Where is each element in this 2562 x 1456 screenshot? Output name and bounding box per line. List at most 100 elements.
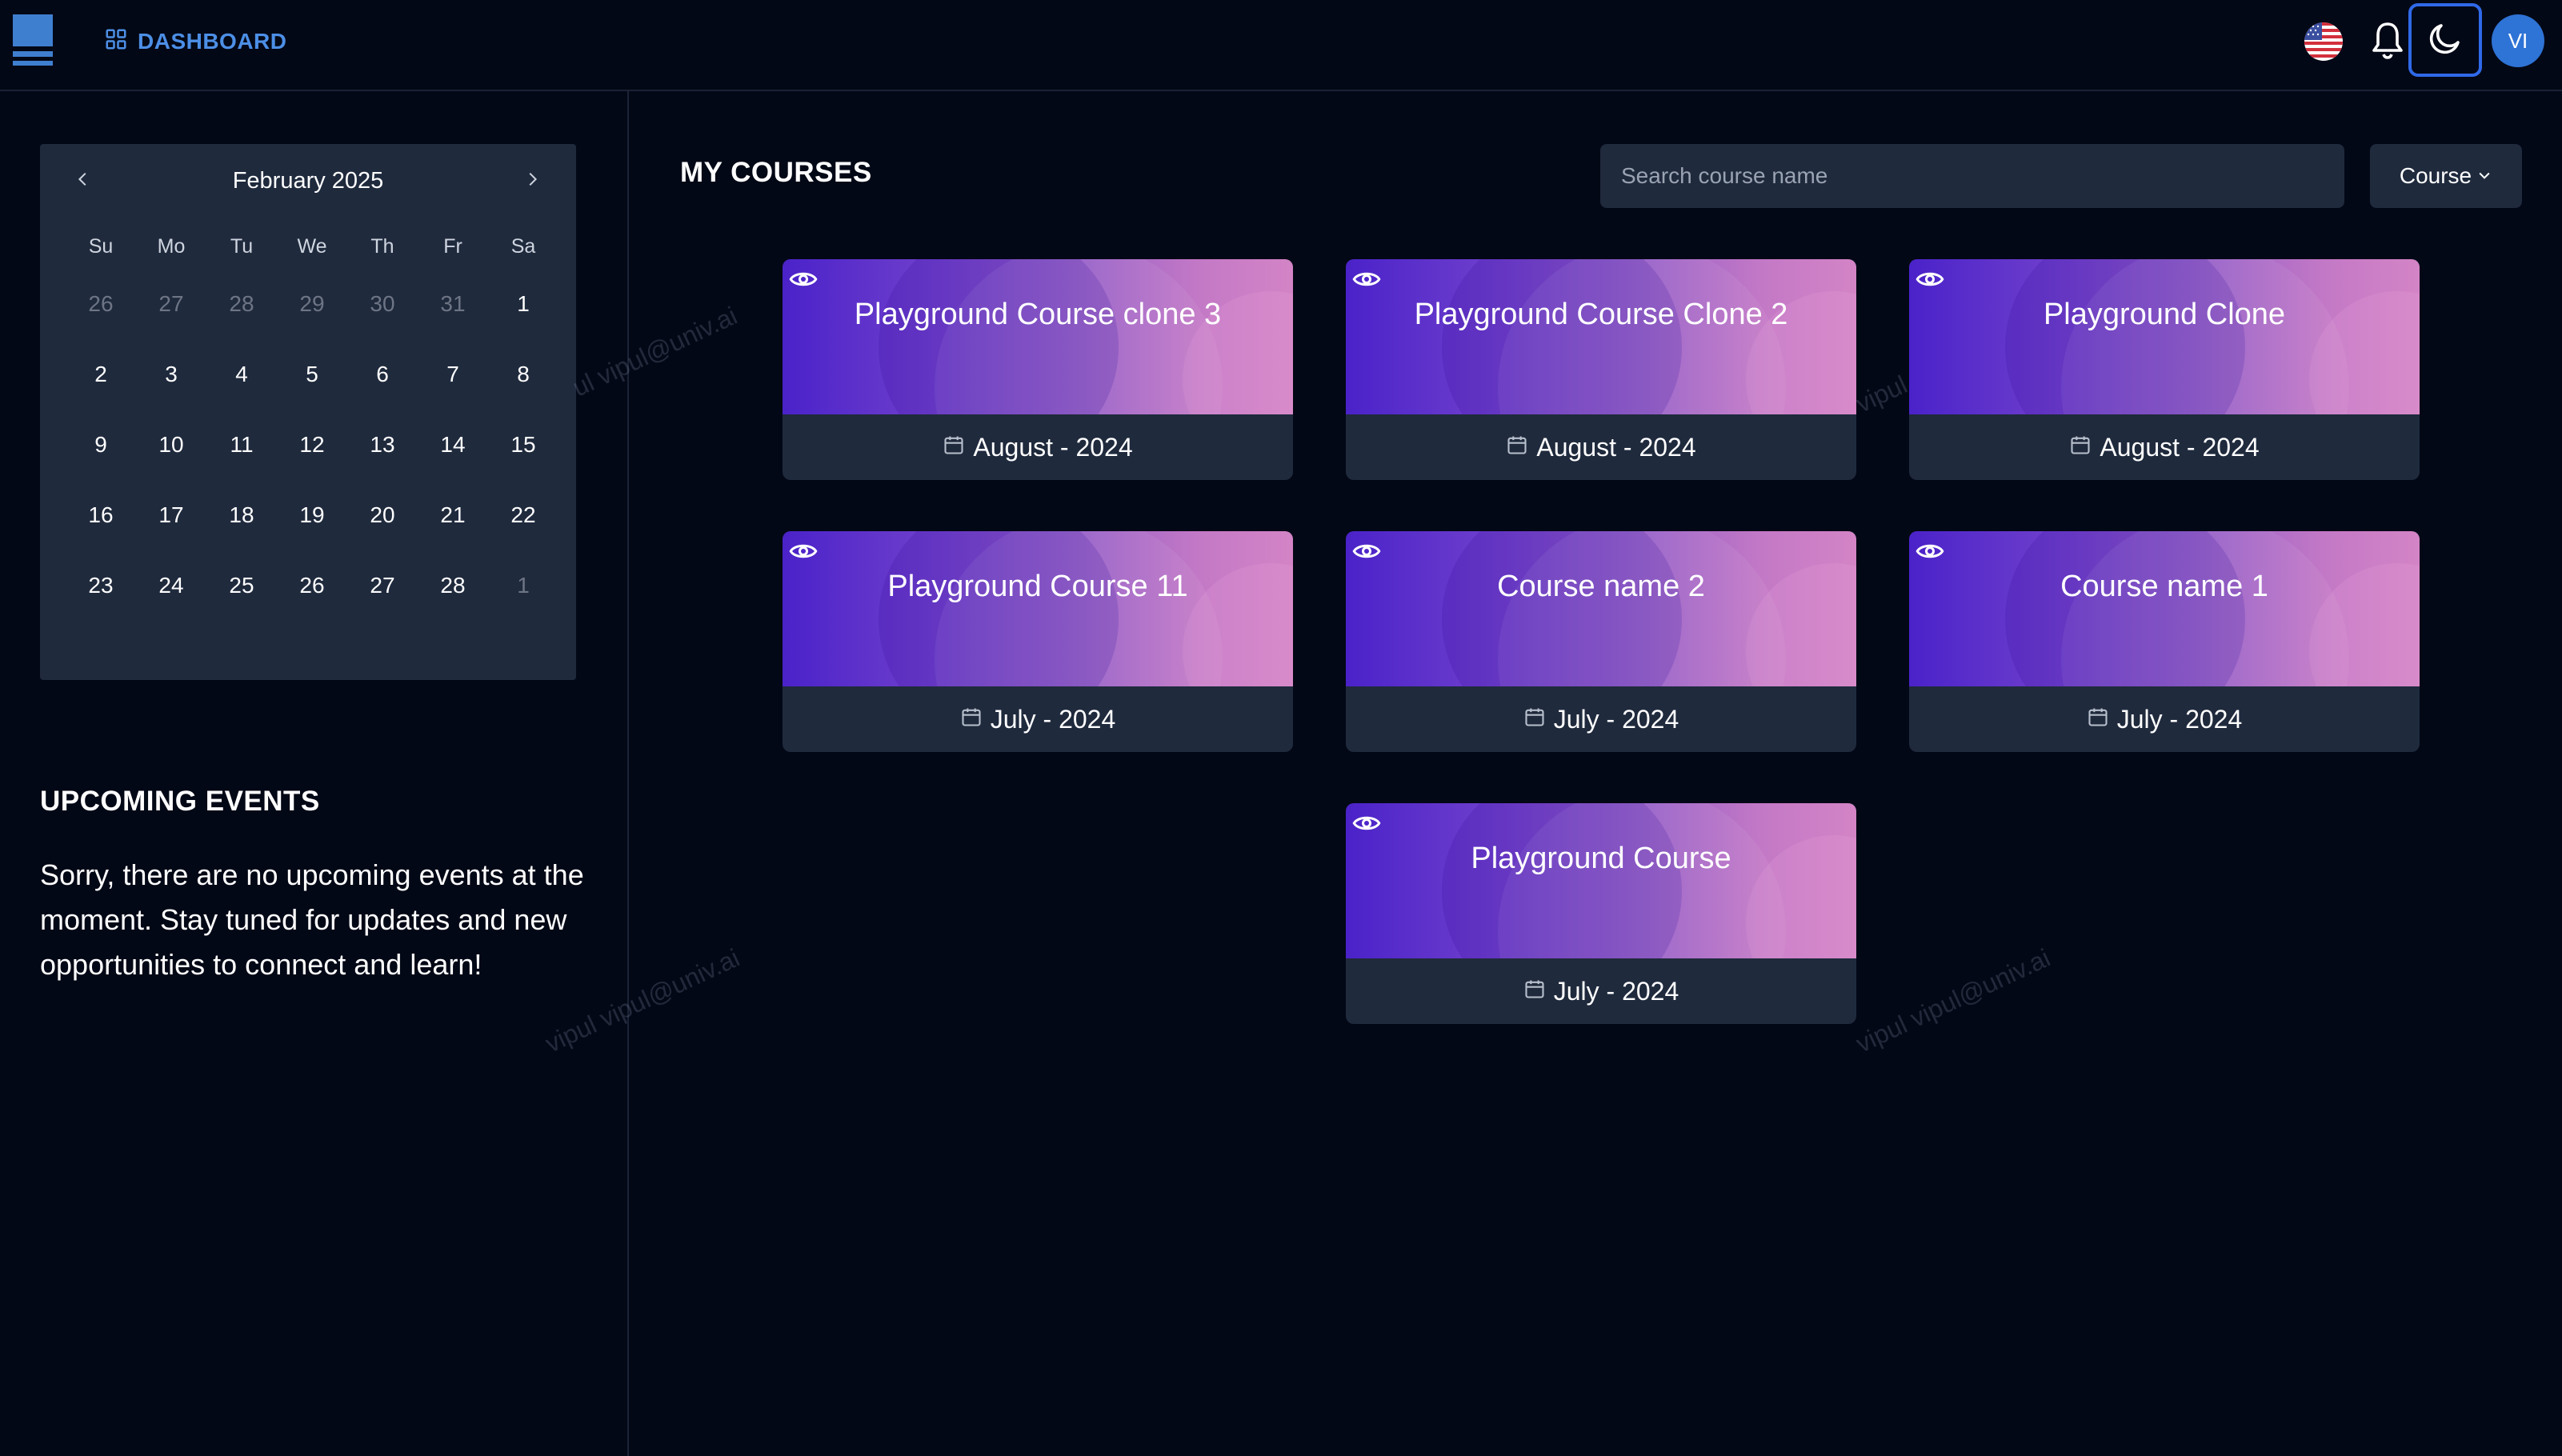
chevron-down-icon (2476, 163, 2492, 189)
course-name: Course name 2 (1497, 570, 1705, 603)
calendar-day[interactable]: 31 (418, 269, 488, 339)
eye-icon[interactable] (789, 539, 818, 563)
course-card[interactable]: Playground Clone August - 2024 (1909, 259, 2420, 480)
course-date: July - 2024 (1909, 686, 2420, 752)
calendar-day[interactable]: 18 (206, 480, 277, 550)
calendar-day[interactable]: 3 (136, 339, 206, 410)
calendar-day[interactable]: 25 (206, 550, 277, 621)
calendar: February 2025 Su Mo Tu We Th Fr Sa 26 27… (40, 144, 576, 680)
calendar-day[interactable]: 27 (347, 550, 418, 621)
calendar-month-label: February 2025 (232, 168, 384, 194)
calendar-day[interactable]: 17 (136, 480, 206, 550)
weekday-label: Mo (157, 234, 186, 258)
calendar-day[interactable]: 13 (347, 410, 418, 480)
calendar-icon (960, 705, 983, 734)
calendar-week-row: 26 27 28 29 30 31 1 (66, 269, 558, 339)
calendar-icon (1506, 433, 1528, 462)
calendar-day[interactable]: 12 (277, 410, 347, 480)
eye-icon[interactable] (1915, 539, 1944, 563)
calendar-day[interactable]: 28 (418, 550, 488, 621)
calendar-day[interactable]: 26 (66, 269, 136, 339)
calendar-icon (1523, 977, 1546, 1006)
course-card[interactable]: Playground Course clone 3 August - 2024 (783, 259, 1293, 480)
course-card[interactable]: Playground Course Clone 2 August - 2024 (1346, 259, 1856, 480)
calendar-weekday-row: Su Mo Tu We Th Fr Sa (66, 224, 558, 269)
weekday-label: We (297, 234, 327, 258)
course-date: August - 2024 (783, 414, 1293, 480)
avatar[interactable]: VI (2492, 14, 2544, 67)
course-date: July - 2024 (1346, 958, 1856, 1024)
calendar-icon (1523, 705, 1546, 734)
moon-icon (2426, 19, 2464, 62)
grid-icon (104, 27, 128, 57)
us-flag-icon[interactable] (2304, 22, 2343, 61)
course-date: August - 2024 (1909, 414, 2420, 480)
bell-icon[interactable] (2368, 19, 2407, 62)
app-logo[interactable] (13, 14, 53, 66)
course-date-label: August - 2024 (1536, 432, 1696, 462)
course-name: Playground Course Clone 2 (1414, 298, 1788, 331)
calendar-day[interactable]: 16 (66, 480, 136, 550)
course-name: Playground Course (1471, 842, 1731, 875)
eye-icon[interactable] (1352, 539, 1381, 563)
course-date-label: July - 2024 (1553, 704, 1679, 734)
calendar-day[interactable]: 10 (136, 410, 206, 480)
watermark: ul vipul@univ.ai (568, 301, 742, 402)
calendar-week-row: 9 10 11 12 13 14 15 (66, 410, 558, 480)
calendar-day[interactable]: 20 (347, 480, 418, 550)
calendar-week-row: 2 3 4 5 6 7 8 (66, 339, 558, 410)
calendar-day[interactable]: 24 (136, 550, 206, 621)
weekday-label: Th (370, 234, 394, 258)
calendar-day[interactable]: 26 (277, 550, 347, 621)
nav-dashboard[interactable]: DASHBOARD (104, 26, 287, 58)
calendar-day[interactable]: 7 (418, 339, 488, 410)
calendar-day[interactable]: 23 (66, 550, 136, 621)
calendar-icon (943, 433, 965, 462)
calendar-day[interactable]: 15 (488, 410, 558, 480)
course-name: Course name 1 (2060, 570, 2268, 603)
calendar-day[interactable]: 28 (206, 269, 277, 339)
calendar-day[interactable]: 1 (488, 269, 558, 339)
calendar-icon (2087, 705, 2109, 734)
course-card[interactable]: Playground Course 11 July - 2024 (783, 531, 1293, 752)
calendar-day[interactable]: 4 (206, 339, 277, 410)
course-banner (783, 531, 1293, 686)
calendar-next-button[interactable] (516, 165, 548, 197)
calendar-week-row: 16 17 18 19 20 21 22 (66, 480, 558, 550)
eye-icon[interactable] (1915, 267, 1944, 291)
calendar-day[interactable]: 19 (277, 480, 347, 550)
course-banner (1346, 803, 1856, 958)
calendar-day[interactable]: 6 (347, 339, 418, 410)
course-date-label: August - 2024 (973, 432, 1133, 462)
course-card[interactable]: Course name 2 July - 2024 (1346, 531, 1856, 752)
calendar-day[interactable]: 5 (277, 339, 347, 410)
watermark: vipul (1851, 370, 1911, 418)
eye-icon[interactable] (1352, 811, 1381, 835)
calendar-day[interactable]: 1 (488, 550, 558, 621)
course-card[interactable]: Playground Course July - 2024 (1346, 803, 1856, 1024)
calendar-day[interactable]: 21 (418, 480, 488, 550)
course-banner (1909, 531, 2420, 686)
upcoming-events-title: UPCOMING EVENTS (40, 786, 320, 817)
weekday-label: Fr (443, 234, 462, 258)
sidebar-divider (627, 91, 629, 1456)
calendar-day[interactable]: 8 (488, 339, 558, 410)
calendar-day[interactable]: 22 (488, 480, 558, 550)
course-name: Playground Course 11 (887, 570, 1188, 603)
eye-icon[interactable] (789, 267, 818, 291)
calendar-day[interactable]: 9 (66, 410, 136, 480)
calendar-day[interactable]: 14 (418, 410, 488, 480)
eye-icon[interactable] (1352, 267, 1381, 291)
course-banner (783, 259, 1293, 414)
calendar-day[interactable]: 30 (347, 269, 418, 339)
theme-toggle-button[interactable] (2408, 3, 2482, 77)
calendar-day[interactable]: 11 (206, 410, 277, 480)
upcoming-events-message: Sorry, there are no upcoming events at t… (40, 858, 584, 981)
course-filter-dropdown[interactable]: Course (2370, 144, 2522, 208)
search-input[interactable] (1600, 144, 2344, 208)
calendar-prev-button[interactable] (67, 165, 99, 197)
calendar-day[interactable]: 27 (136, 269, 206, 339)
course-card[interactable]: Course name 1 July - 2024 (1909, 531, 2420, 752)
calendar-day[interactable]: 2 (66, 339, 136, 410)
calendar-day[interactable]: 29 (277, 269, 347, 339)
